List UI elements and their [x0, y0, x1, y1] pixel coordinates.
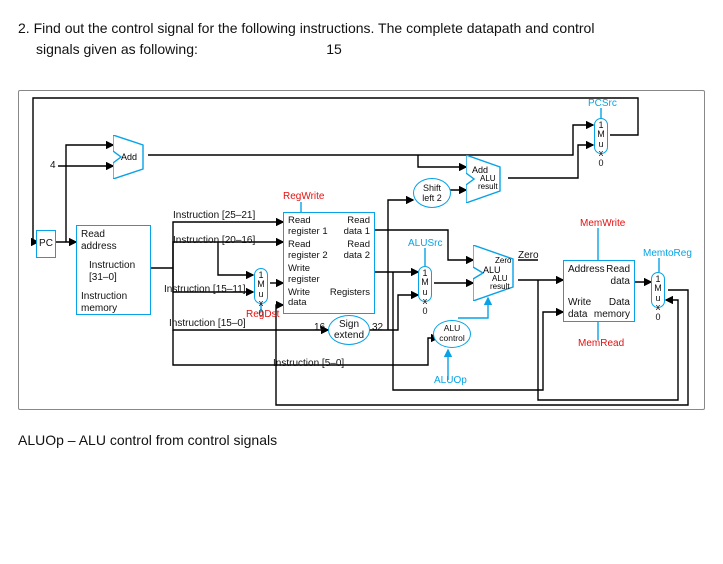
mux-memtoreg: 1 M u x 0 [651, 272, 665, 308]
shift-left-2: Shift left 2 [413, 178, 451, 208]
data-memory: Address Read data Write data Data memory [563, 260, 635, 322]
datapath-diagram: PC Add 4 Read address Instruction [31–0]… [18, 90, 705, 410]
mux-alusrc: 1 M u x 0 [418, 266, 432, 302]
dm-write-data: Write data [568, 297, 591, 320]
instruction-memory-label: Instruction memory [81, 291, 146, 314]
memwrite-label: MemWrite [580, 218, 625, 229]
regwrite-label: RegWrite [283, 191, 325, 202]
adder-1: Add [113, 135, 153, 179]
read-data1: Read data 1 [344, 216, 370, 238]
sign-extend-in: 16 [314, 322, 325, 333]
regdst-label: RegDst [246, 309, 279, 320]
alu-control: ALU control [433, 320, 471, 348]
memtoreg-label: MemtoReg [643, 248, 692, 259]
instr-20-16: Instruction [20–16] [173, 235, 255, 246]
pc-label: PC [39, 238, 53, 250]
registers-block: Read register 1 Read data 1 Read registe… [283, 212, 375, 314]
sign-extend: Sign extend [328, 315, 370, 345]
mux-pcsrc: 1 M u x 0 [594, 118, 608, 154]
write-data: Write data [288, 288, 310, 310]
sign-extend-out: 32 [372, 322, 383, 333]
instruction-range-label: Instruction [31–0] [89, 260, 146, 283]
read-data2: Read data 2 [344, 240, 370, 262]
question-number: 2. [18, 20, 30, 36]
svg-text:Zero: Zero [495, 256, 512, 265]
instr-5-0: Instruction [5–0] [273, 358, 344, 369]
registers-title: Registers [330, 288, 370, 310]
svg-text:result: result [490, 282, 510, 291]
memread-label: MemRead [578, 338, 624, 349]
dm-read-data: Read data [606, 264, 630, 287]
instr-15-11: Instruction [15–11] [164, 284, 246, 295]
instr-25-21: Instruction [25–21] [173, 210, 255, 221]
write-reg: Write register [288, 264, 370, 286]
svg-text:result: result [478, 182, 498, 191]
question: 2. Find out the control signal for the f… [18, 18, 705, 60]
dm-address: Address [568, 264, 605, 287]
alusrc-label: ALUSrc [408, 238, 442, 249]
svg-text:Add: Add [121, 152, 137, 162]
aluop-label: ALUOp [434, 375, 467, 386]
adder-2: Add ALU result [466, 155, 511, 203]
instruction-memory: Read address Instruction [31–0] Instruct… [76, 225, 151, 315]
const-4: 4 [50, 160, 56, 171]
mux-regdst: 1 M u x 0 [254, 268, 268, 304]
question-points: 15 [202, 39, 342, 60]
zero-out-label: Zero [518, 250, 539, 261]
read-reg1: Read register 1 [288, 216, 328, 238]
instr-15-0: Instruction [15–0] [169, 318, 246, 329]
question-text-line2: signals given as following: [36, 39, 198, 60]
read-reg2: Read register 2 [288, 240, 328, 262]
read-address-label: Read address [81, 229, 146, 252]
pcsrc-label: PCSrc [588, 98, 617, 109]
question-text-line1: Find out the control signal for the foll… [34, 20, 595, 36]
dm-title: Data memory [594, 297, 630, 320]
alu: Zero ALU ALU result [473, 245, 523, 301]
pc-block: PC [36, 230, 56, 258]
footer-note: ALUOp – ALU control from control signals [18, 432, 705, 448]
